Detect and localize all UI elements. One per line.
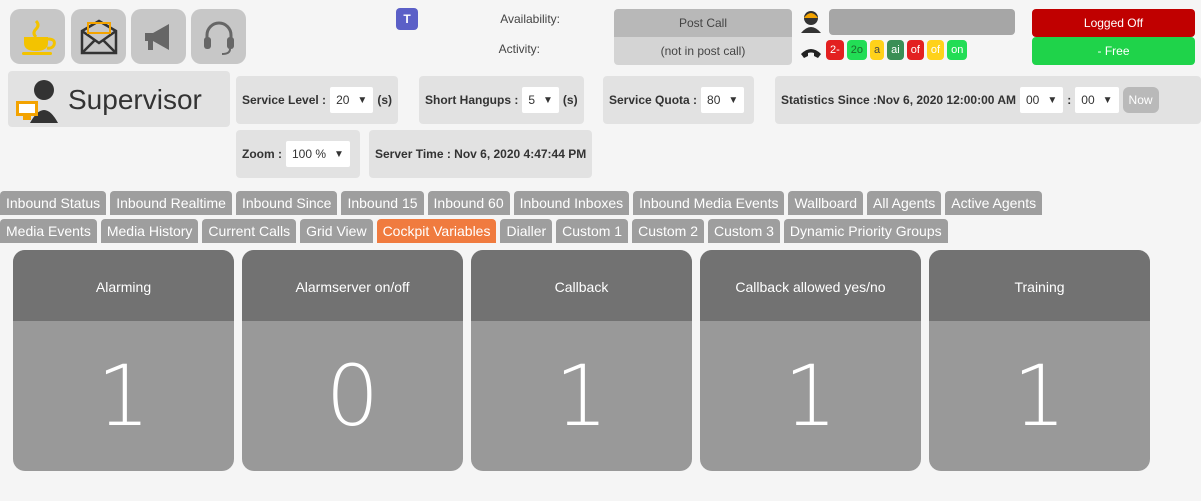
status-chip[interactable]: of xyxy=(926,40,945,60)
tab-inbound-status[interactable]: Inbound Status xyxy=(0,191,107,215)
short-hangups-select[interactable]: 5 ▼ xyxy=(522,87,559,113)
status-chip[interactable]: 2- xyxy=(826,40,844,60)
statistics-since-label: Statistics Since :Nov 6, 2020 12:00:00 A… xyxy=(781,93,1016,107)
variable-card-title: Alarmserver on/off xyxy=(242,250,463,321)
megaphone-icon xyxy=(144,23,169,50)
variable-card-title: Training xyxy=(929,250,1150,321)
page-title: Supervisor xyxy=(68,84,202,115)
variable-card-title: Alarming xyxy=(13,250,234,321)
tab-inbound-realtime[interactable]: Inbound Realtime xyxy=(110,191,232,215)
post-call-status: (not in post call) xyxy=(614,37,792,65)
break-button[interactable] xyxy=(10,9,65,64)
envelope-icon xyxy=(80,19,117,54)
short-hangups-unit: (s) xyxy=(562,93,578,107)
agent-icon xyxy=(801,11,821,33)
tab-active-agents[interactable]: Active Agents xyxy=(945,191,1043,215)
tab-custom-2[interactable]: Custom 2 xyxy=(632,219,704,243)
coffee-cup-icon xyxy=(21,19,56,55)
server-time-display: Server Time : Nov 6, 2020 4:47:44 PM xyxy=(369,130,593,178)
time-separator: : xyxy=(1067,93,1072,107)
variable-card-title: Callback allowed yes/no xyxy=(700,250,921,321)
zoom-label: Zoom : xyxy=(242,147,282,161)
variable-card: Callback 1 xyxy=(471,250,692,471)
stats-hour-select[interactable]: 00 ▼ xyxy=(1020,87,1064,113)
status-chip[interactable]: of xyxy=(906,40,924,60)
tab-inbound-since[interactable]: Inbound Since xyxy=(235,191,338,215)
phone-icon xyxy=(801,49,821,58)
activity-label: Activity: xyxy=(498,42,540,56)
variable-card-value: 1 xyxy=(96,347,151,445)
service-level-select[interactable]: 20 ▼ xyxy=(330,87,374,113)
variable-card: Alarmserver on/off 0 xyxy=(242,250,463,471)
free-status-button[interactable]: - Free xyxy=(1032,37,1195,65)
service-level-unit: (s) xyxy=(377,93,392,107)
headset-button[interactable] xyxy=(191,9,246,64)
tab-dynamic-priority-groups[interactable]: Dynamic Priority Groups xyxy=(783,219,948,243)
service-quota-label: Service Quota : xyxy=(609,93,698,107)
chevron-down-icon: ▼ xyxy=(543,94,553,106)
tab-media-events[interactable]: Media Events xyxy=(0,219,97,243)
tab-grid-view[interactable]: Grid View xyxy=(300,219,373,243)
status-chip[interactable]: a xyxy=(870,40,885,60)
variable-card: Callback allowed yes/no 1 xyxy=(700,250,921,471)
service-quota-select[interactable]: 80 ▼ xyxy=(701,87,745,113)
tab-current-calls[interactable]: Current Calls xyxy=(202,219,297,243)
status-chip[interactable]: 2o xyxy=(846,40,868,60)
status-chip[interactable]: ai xyxy=(887,40,904,60)
teams-icon[interactable]: T xyxy=(396,8,418,30)
tab-bar-row-2: Media Events Media History Current Calls… xyxy=(0,219,1201,243)
now-button[interactable]: Now xyxy=(1122,87,1159,113)
tab-custom-1[interactable]: Custom 1 xyxy=(556,219,629,243)
short-hangups-label: Short Hangups : xyxy=(425,93,519,107)
post-call-button[interactable]: Post Call xyxy=(614,9,792,37)
stats-minute-select[interactable]: 00 ▼ xyxy=(1075,87,1119,113)
chevron-down-icon: ▼ xyxy=(334,148,344,160)
tab-wallboard[interactable]: Wallboard xyxy=(788,191,863,215)
availability-label: Availability: xyxy=(500,12,560,26)
supervisor-header: Supervisor xyxy=(8,71,230,127)
agent-name-field xyxy=(829,9,1015,35)
email-button[interactable] xyxy=(71,9,126,64)
tab-inbound-15[interactable]: Inbound 15 xyxy=(341,191,424,215)
tab-cockpit-variables[interactable]: Cockpit Variables xyxy=(376,219,497,243)
service-quota-control: Service Quota : 80 ▼ xyxy=(603,76,755,124)
supervisor-icon xyxy=(16,80,58,123)
statistics-since-control: Statistics Since :Nov 6, 2020 12:00:00 A… xyxy=(775,76,1201,124)
variable-card-value: 0 xyxy=(325,347,380,445)
variable-card-value: 1 xyxy=(1012,347,1067,445)
service-level-label: Service Level : xyxy=(242,93,327,107)
chevron-down-icon: ▼ xyxy=(1102,94,1113,106)
variable-card-title: Callback xyxy=(471,250,692,321)
tab-media-history[interactable]: Media History xyxy=(100,219,199,243)
status-chips: 2- 2o a ai of of on xyxy=(826,40,968,60)
zoom-select[interactable]: 100 % ▼ xyxy=(286,141,350,167)
service-level-control: Service Level : 20 ▼ (s) xyxy=(236,76,398,124)
tab-custom-3[interactable]: Custom 3 xyxy=(708,219,780,243)
variable-card-value: 1 xyxy=(783,347,838,445)
tab-dialler[interactable]: Dialler xyxy=(500,219,553,243)
broadcast-button[interactable] xyxy=(131,9,186,64)
headset-icon xyxy=(203,21,234,55)
variable-card: Training 1 xyxy=(929,250,1150,471)
short-hangups-control: Short Hangups : 5 ▼ (s) xyxy=(419,76,584,124)
logged-status-button[interactable]: Logged Off xyxy=(1032,9,1195,37)
tab-inbound-media-events[interactable]: Inbound Media Events xyxy=(633,191,785,215)
zoom-control: Zoom : 100 % ▼ xyxy=(236,130,360,178)
chevron-down-icon: ▼ xyxy=(1047,94,1058,106)
chevron-down-icon: ▼ xyxy=(728,94,739,106)
tab-bar-row-1: Inbound Status Inbound Realtime Inbound … xyxy=(0,191,1201,215)
tab-all-agents[interactable]: All Agents xyxy=(867,191,942,215)
variable-card-value: 1 xyxy=(554,347,609,445)
tab-inbound-inboxes[interactable]: Inbound Inboxes xyxy=(513,191,630,215)
chevron-down-icon: ▼ xyxy=(357,94,368,106)
server-time-label: Server Time : Nov 6, 2020 4:47:44 PM xyxy=(375,147,587,161)
variable-card: Alarming 1 xyxy=(13,250,234,471)
status-chip[interactable]: on xyxy=(947,40,968,60)
tab-inbound-60[interactable]: Inbound 60 xyxy=(427,191,510,215)
